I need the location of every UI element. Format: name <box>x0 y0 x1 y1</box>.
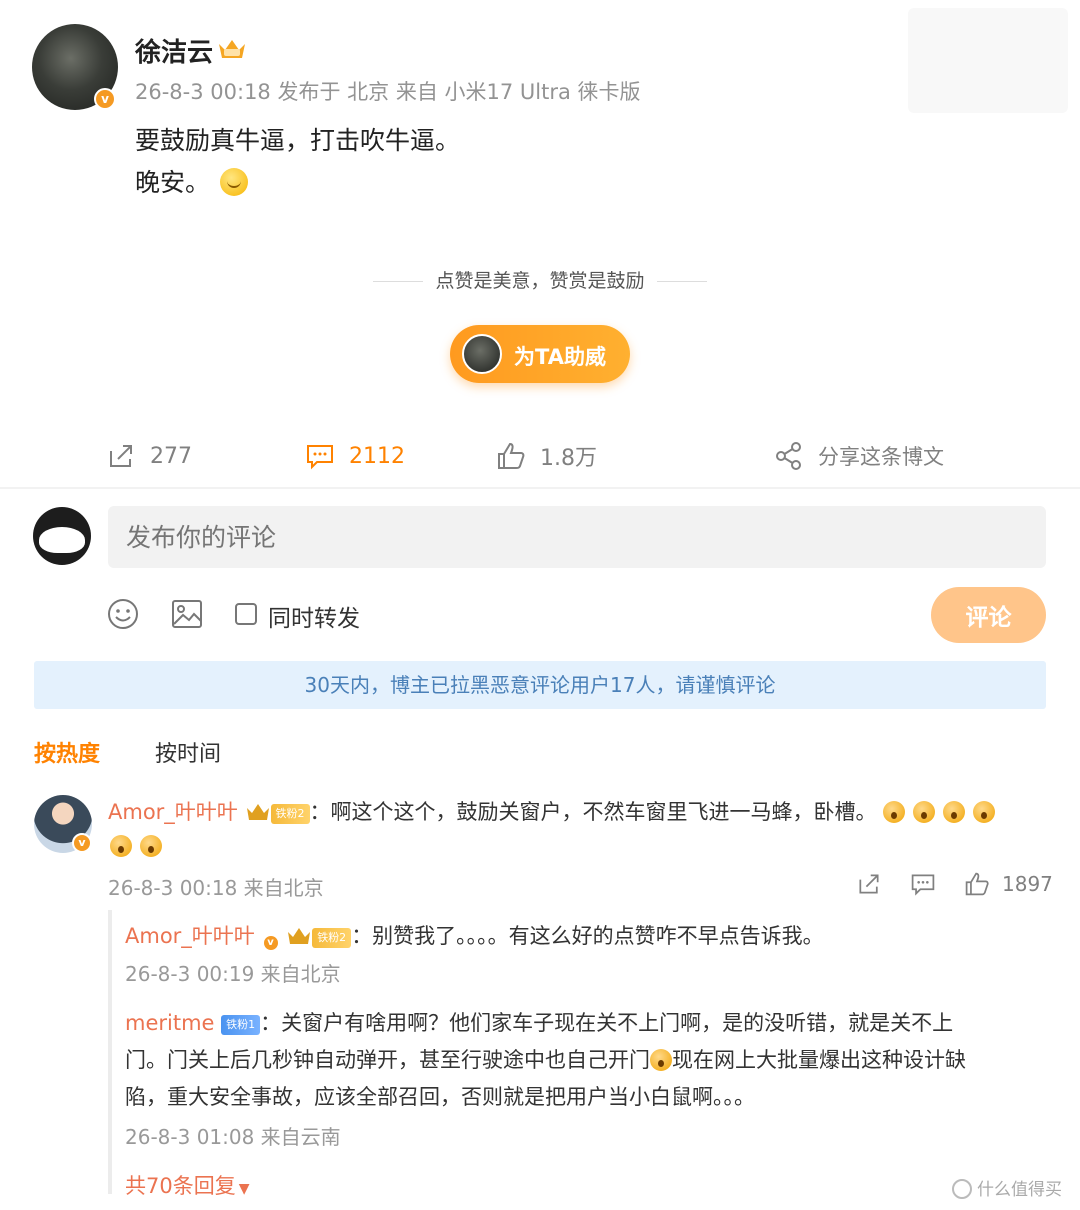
reply-text-line-2a: 门。门关上后几秒钟自动弹开，甚至行驶途中也自己开门 <box>125 1048 650 1072</box>
reply-2-line-3: 陷，重大安全事故，应该全部召回，否则就是把用户当小白鼠啊。。。 <box>125 1085 755 1109</box>
smile-emoji-icon <box>220 168 249 196</box>
post-action-bar: 277 2112 1.8万 分享这条博文 <box>0 438 1080 474</box>
current-user-avatar <box>33 507 91 565</box>
shock-emoji-icon <box>883 801 906 823</box>
reply-text-line-1: ：关窗户有啥用啊？他们家车子现在关不上门啊，是的没听错，就是关不上 <box>260 1011 954 1035</box>
post-meta: 26-8-3 00:18 发布于 北京 来自 小米17 Ultra 徕卡版 <box>135 80 641 104</box>
comment-emoji-row <box>110 834 170 858</box>
more-replies-label: 共70条回复 <box>125 1174 236 1198</box>
caret-down-icon: ▼ <box>238 1181 250 1197</box>
repost-icon <box>110 445 132 467</box>
sort-by-hot-tab[interactable]: 按热度 <box>34 736 100 768</box>
sort-by-time-tab[interactable]: 按时间 <box>155 736 221 768</box>
author-name[interactable]: 徐洁云 <box>135 32 213 69</box>
shock-emoji-icon <box>973 801 996 823</box>
comment-username[interactable]: Amor_叶叶叶 <box>108 800 238 824</box>
share-icon <box>776 442 801 470</box>
comment-meta: 26-8-3 00:18 来自北京 <box>108 876 324 900</box>
fan-level-badge: 铁粉2 <box>270 804 310 824</box>
post-card: v 徐洁云 26-8-3 00:18 发布于 北京 来自 小米17 Ultra … <box>0 0 1080 487</box>
fan-level-badge: 铁粉2 <box>312 928 352 948</box>
thumbs-up-icon <box>498 442 525 469</box>
comment-line-1: Amor_叶叶叶 铁粉2 ：啊这个这个，鼓励关窗户，不然车窗里飞进一马蜂，卧槽。 <box>108 796 1003 826</box>
view-more-replies-link[interactable]: 共70条回复 ▼ <box>125 1170 250 1200</box>
post-content: 要鼓励真牛逼，打击吹牛逼。 晚安。 <box>135 120 460 204</box>
comment-button[interactable]: 2112 <box>305 438 405 474</box>
like-button[interactable]: 1.8万 <box>496 438 597 474</box>
comment-icon <box>307 445 333 470</box>
reply-text-line-2b: 现在网上大批量爆出这种设计缺 <box>672 1048 966 1072</box>
like-count: 1.8万 <box>540 446 597 471</box>
shock-emoji-icon <box>943 801 966 823</box>
fan-level-badge: 铁粉1 <box>221 1015 261 1035</box>
repost-checkbox-label[interactable]: 同时转发 <box>268 599 360 633</box>
image-upload-icon[interactable] <box>170 597 204 631</box>
emoji-picker-icon[interactable] <box>106 597 140 631</box>
share-label: 分享这条博文 <box>818 445 944 469</box>
crown-icon <box>288 928 311 944</box>
verified-icon: v <box>72 833 92 853</box>
share-button[interactable]: 分享这条博文 <box>774 438 944 474</box>
comment-text: ：啊这个这个，鼓励关窗户，不然车窗里飞进一马蜂，卧槽。 <box>309 800 877 824</box>
reply-2-line-1: meritme 铁粉1 ：关窗户有啥用啊？他们家车子现在关不上门啊，是的没听错，就… <box>125 1007 953 1037</box>
reward-button-label: 为TA助威 <box>514 345 606 369</box>
verified-icon: v <box>94 88 116 110</box>
shock-emoji-icon <box>140 835 162 857</box>
comment-action-bar: 1897 <box>856 870 1053 900</box>
reply-2-line-2: 门。门关上后几秒钟自动弹开，甚至行驶途中也自己开门 现在网上大批量爆出这种设计缺 <box>125 1044 966 1074</box>
blacklist-notice: 30天内，博主已拉黑恶意评论用户17人，请谨慎评论 <box>34 661 1046 709</box>
section-divider <box>0 487 1080 489</box>
post-line-2: 晚安。 <box>135 168 211 197</box>
reply-thread-rule <box>108 910 112 1194</box>
comment-like-count: 1897 <box>1002 872 1053 896</box>
repost-icon[interactable] <box>856 871 882 897</box>
submit-comment-button[interactable]: 评论 <box>931 587 1046 643</box>
reward-tagline: 点赞是美意，赞赏是鼓励 <box>0 266 1080 293</box>
crown-icon <box>219 40 245 58</box>
repost-checkbox[interactable] <box>235 603 257 625</box>
post-line-1: 要鼓励真牛逼，打击吹牛逼。 <box>135 126 461 155</box>
repost-button[interactable]: 277 <box>106 438 192 474</box>
reward-tagline-text: 点赞是美意，赞赏是鼓励 <box>435 270 645 292</box>
repost-count: 277 <box>150 443 192 469</box>
reward-button[interactable]: 为TA助威 <box>450 325 630 383</box>
reply-meta: 26-8-3 00:19 来自北京 <box>125 962 341 986</box>
reply-username[interactable]: meritme <box>125 1011 214 1035</box>
reply-icon[interactable] <box>910 871 936 897</box>
watermark: 什么值得买 <box>952 1175 1062 1200</box>
reply-meta: 26-8-3 01:08 来自云南 <box>125 1125 341 1149</box>
reply-username[interactable]: Amor_叶叶叶 <box>125 924 255 948</box>
shock-emoji-icon <box>110 835 132 857</box>
crown-icon <box>246 804 269 820</box>
watermark-text: 什么值得买 <box>977 1180 1062 1200</box>
grin-emoji-icon <box>650 1049 672 1071</box>
comment-input[interactable] <box>108 506 1046 568</box>
verified-icon: v <box>261 934 280 952</box>
reply-1: Amor_叶叶叶 v 铁粉2 ：别赞我了。。。。有这么好的点赞咋不早点告诉我。 <box>125 920 824 952</box>
blurred-region <box>908 8 1068 113</box>
watermark-logo-icon <box>952 1179 972 1199</box>
comment-count: 2112 <box>349 443 405 469</box>
reply-text: ：别赞我了。。。。有这么好的点赞咋不早点告诉我。 <box>351 924 824 948</box>
thumbs-up-icon[interactable] <box>964 871 990 897</box>
reward-avatar <box>462 334 502 374</box>
shock-emoji-icon <box>913 801 936 823</box>
